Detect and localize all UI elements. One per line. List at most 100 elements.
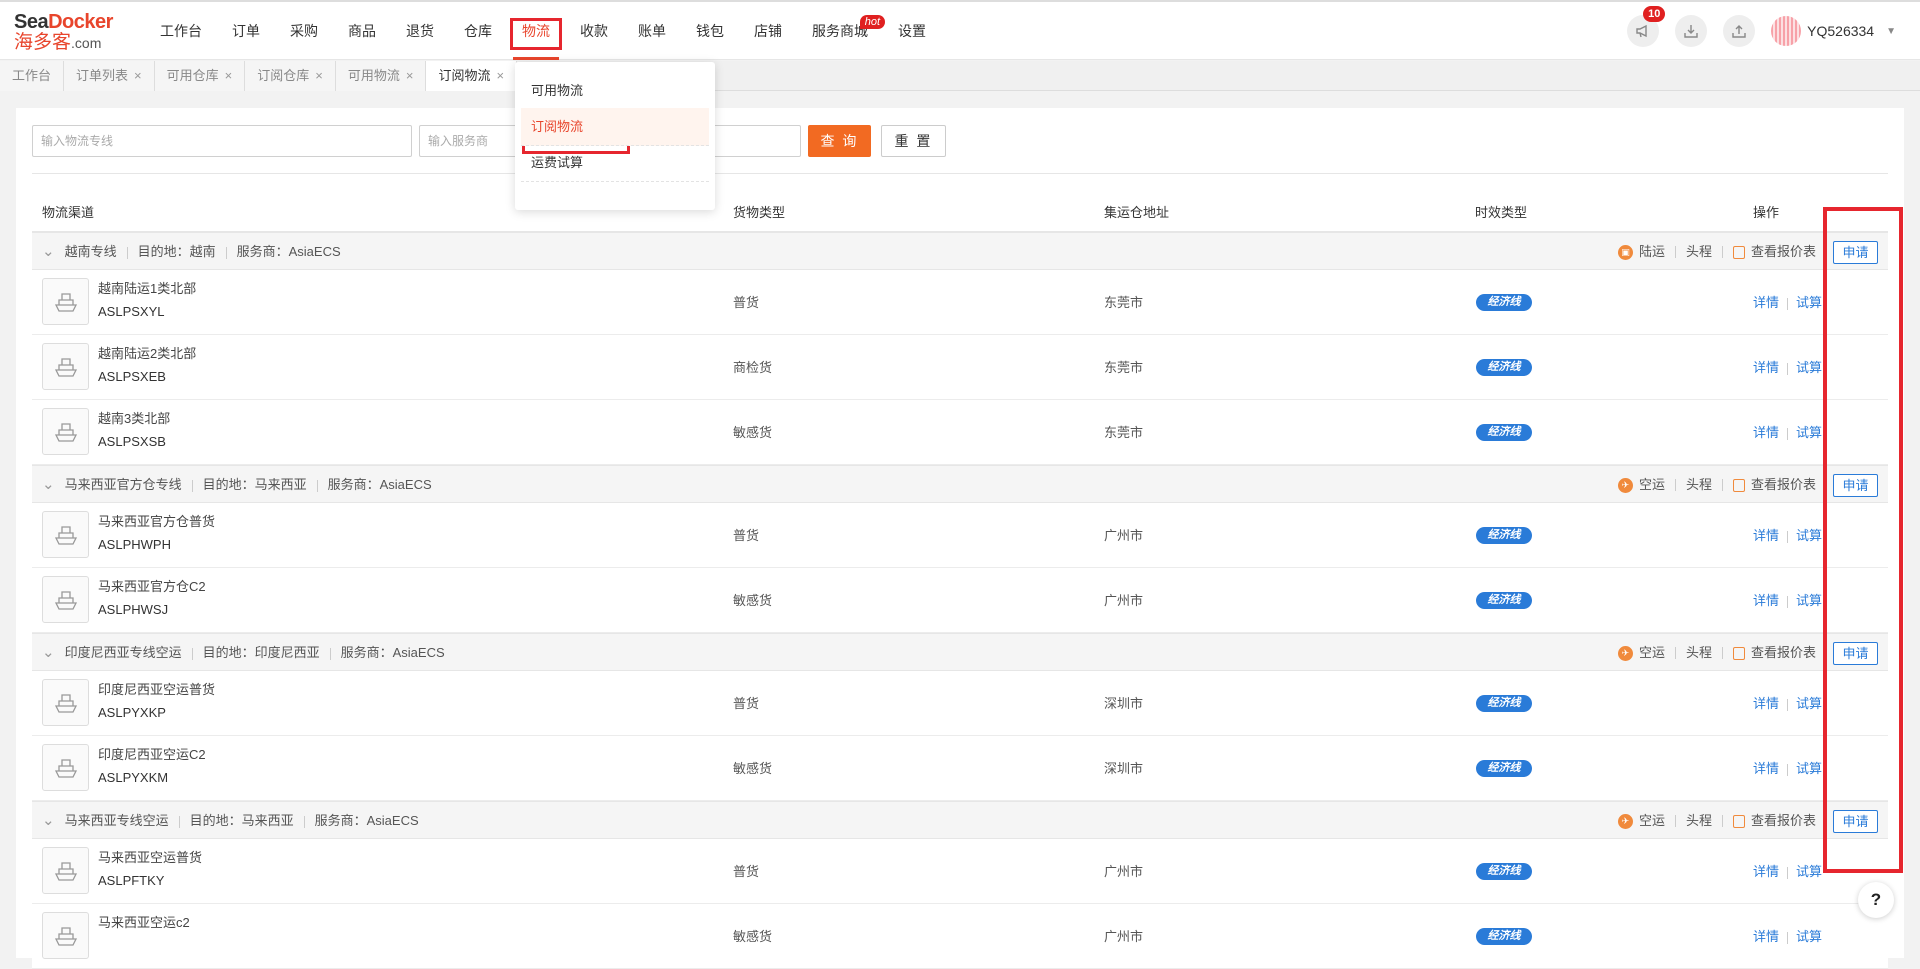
chevron-down-icon[interactable]: ⌄: [42, 233, 55, 271]
nav-item-1[interactable]: 订单: [217, 2, 275, 60]
leg-type: 头程: [1685, 645, 1712, 660]
tab-3[interactable]: 订阅仓库 ×: [245, 61, 336, 91]
group-name: 越南专线: [64, 244, 117, 259]
divider: [1721, 647, 1723, 659]
chevron-down-icon[interactable]: ▼: [1886, 26, 1896, 37]
seadocker-logo[interactable]: SeaDocker 海多客.com: [14, 12, 124, 54]
timeliness-badge: 经济线: [1476, 359, 1532, 376]
nav-item-8[interactable]: 账单: [623, 2, 681, 60]
divider: [1674, 815, 1676, 827]
quote-sheet-icon: [1732, 646, 1745, 660]
nav-item-label: 订单: [232, 23, 260, 39]
help-button[interactable]: ?: [1858, 882, 1894, 918]
nav-item-2[interactable]: 采购: [275, 2, 333, 60]
nav-item-12[interactable]: 设置: [883, 2, 941, 60]
detail-link[interactable]: 详情: [1753, 425, 1779, 440]
group-info: ⌄ 越南专线 目的地：越南 服务商：AsiaECS: [42, 233, 341, 271]
announcement-button[interactable]: 10: [1627, 6, 1666, 47]
main-nav: 工作台 订单 采购 商品 退货 仓库 物流 收款 账单 钱包 店铺 服务商城 hot 设置: [145, 2, 941, 60]
close-icon[interactable]: ×: [225, 68, 233, 83]
detail-link[interactable]: 详情: [1753, 295, 1779, 310]
trial-link[interactable]: 试算: [1796, 528, 1822, 543]
upload-button[interactable]: [1723, 15, 1756, 47]
trial-link[interactable]: 试算: [1796, 360, 1822, 375]
close-icon[interactable]: ×: [315, 68, 323, 83]
trial-link[interactable]: 试算: [1796, 929, 1822, 944]
trial-link[interactable]: 试算: [1796, 761, 1822, 776]
detail-link[interactable]: 详情: [1753, 696, 1779, 711]
tab-label: 订单列表: [76, 68, 129, 83]
transport-type: 陆运: [1638, 244, 1665, 259]
logo-text-domain: .com: [71, 35, 102, 51]
username[interactable]: YQ526334: [1807, 23, 1874, 39]
truck-icon: ▣: [1617, 244, 1633, 260]
nav-item-11[interactable]: 服务商城 hot: [797, 2, 885, 60]
trial-link[interactable]: 试算: [1796, 295, 1822, 310]
chevron-down-icon[interactable]: ⌄: [42, 466, 55, 504]
trial-link[interactable]: 试算: [1796, 425, 1822, 440]
detail-link[interactable]: 详情: [1753, 360, 1779, 375]
nav-item-3[interactable]: 商品: [333, 2, 391, 60]
view-quote-link[interactable]: 查看报价表: [1751, 466, 1816, 504]
nav-item-5[interactable]: 仓库: [449, 2, 507, 60]
tab-1[interactable]: 订单列表 ×: [64, 61, 155, 91]
trial-link[interactable]: 试算: [1796, 593, 1822, 608]
tab-5[interactable]: 订阅物流 ×: [426, 61, 518, 91]
divider: [225, 246, 227, 259]
nav-item-label: 工作台: [160, 23, 202, 39]
avatar[interactable]: [1771, 16, 1802, 46]
detail-link[interactable]: 详情: [1753, 761, 1779, 776]
trial-link[interactable]: 试算: [1796, 864, 1822, 879]
nav-item-0[interactable]: 工作台: [145, 2, 217, 60]
group-destination: 目的地：马来西亚: [202, 477, 307, 492]
group-info: ⌄ 印度尼西亚专线空运 目的地：印度尼西亚 服务商：AsiaECS: [42, 634, 445, 672]
channel-name: 印度尼西亚空运普货: [98, 682, 216, 697]
dropdown-item-2[interactable]: 运费试算: [521, 144, 709, 182]
view-quote-link[interactable]: 查看报价表: [1751, 802, 1816, 840]
ship-icon: [54, 292, 77, 312]
close-icon[interactable]: ×: [496, 68, 504, 83]
divider: [32, 173, 1888, 174]
apply-button[interactable]: 申请: [1833, 241, 1878, 264]
nav-item-7[interactable]: 收款: [565, 2, 623, 60]
tab-4[interactable]: 可用物流 ×: [335, 61, 427, 91]
download-button[interactable]: [1675, 15, 1708, 47]
nav-item-4[interactable]: 退货: [391, 2, 449, 60]
nav-item-10[interactable]: 店铺: [739, 2, 797, 60]
view-quote-link[interactable]: 查看报价表: [1751, 233, 1816, 271]
trial-link[interactable]: 试算: [1796, 696, 1822, 711]
divider: [1721, 815, 1723, 827]
logistics-line-input[interactable]: 输入物流专线: [32, 125, 412, 157]
apply-button[interactable]: 申请: [1833, 642, 1878, 665]
detail-link[interactable]: 详情: [1753, 593, 1779, 608]
apply-button[interactable]: 申请: [1833, 810, 1878, 833]
detail-link[interactable]: 详情: [1753, 528, 1779, 543]
divider: [303, 815, 305, 828]
detail-link[interactable]: 详情: [1753, 929, 1779, 944]
nav-item-6[interactable]: 物流: [507, 2, 565, 60]
cargo-type: 普货: [733, 295, 760, 310]
view-quote-link[interactable]: 查看报价表: [1751, 634, 1816, 672]
detail-link[interactable]: 详情: [1753, 864, 1779, 879]
channel-thumbnail: [42, 408, 89, 455]
query-button[interactable]: 查 询: [808, 125, 871, 157]
dropdown-item-0[interactable]: 可用物流: [521, 72, 709, 110]
header-tools: 10 YQ526334 ▼: [1627, 2, 1920, 60]
apply-button[interactable]: 申请: [1833, 474, 1878, 497]
timeliness-badge: 经济线: [1476, 592, 1532, 609]
cargo-type: 敏感货: [733, 929, 773, 944]
ship-icon: [54, 525, 77, 545]
tab-0[interactable]: 工作台: [0, 61, 65, 91]
group-provider: 服务商：AsiaECS: [340, 645, 445, 660]
chevron-down-icon[interactable]: ⌄: [42, 802, 55, 840]
chevron-down-icon[interactable]: ⌄: [42, 634, 55, 672]
divider: [178, 815, 180, 828]
reset-button[interactable]: 重 置: [881, 125, 946, 157]
close-icon[interactable]: ×: [406, 68, 414, 83]
channel-thumbnail: [42, 343, 89, 390]
nav-item-9[interactable]: 钱包: [681, 2, 739, 60]
tab-2[interactable]: 可用仓库 ×: [154, 61, 246, 91]
close-icon[interactable]: ×: [134, 68, 142, 83]
dropdown-item-1[interactable]: 订阅物流: [521, 108, 709, 146]
cargo-type: 普货: [733, 528, 760, 543]
